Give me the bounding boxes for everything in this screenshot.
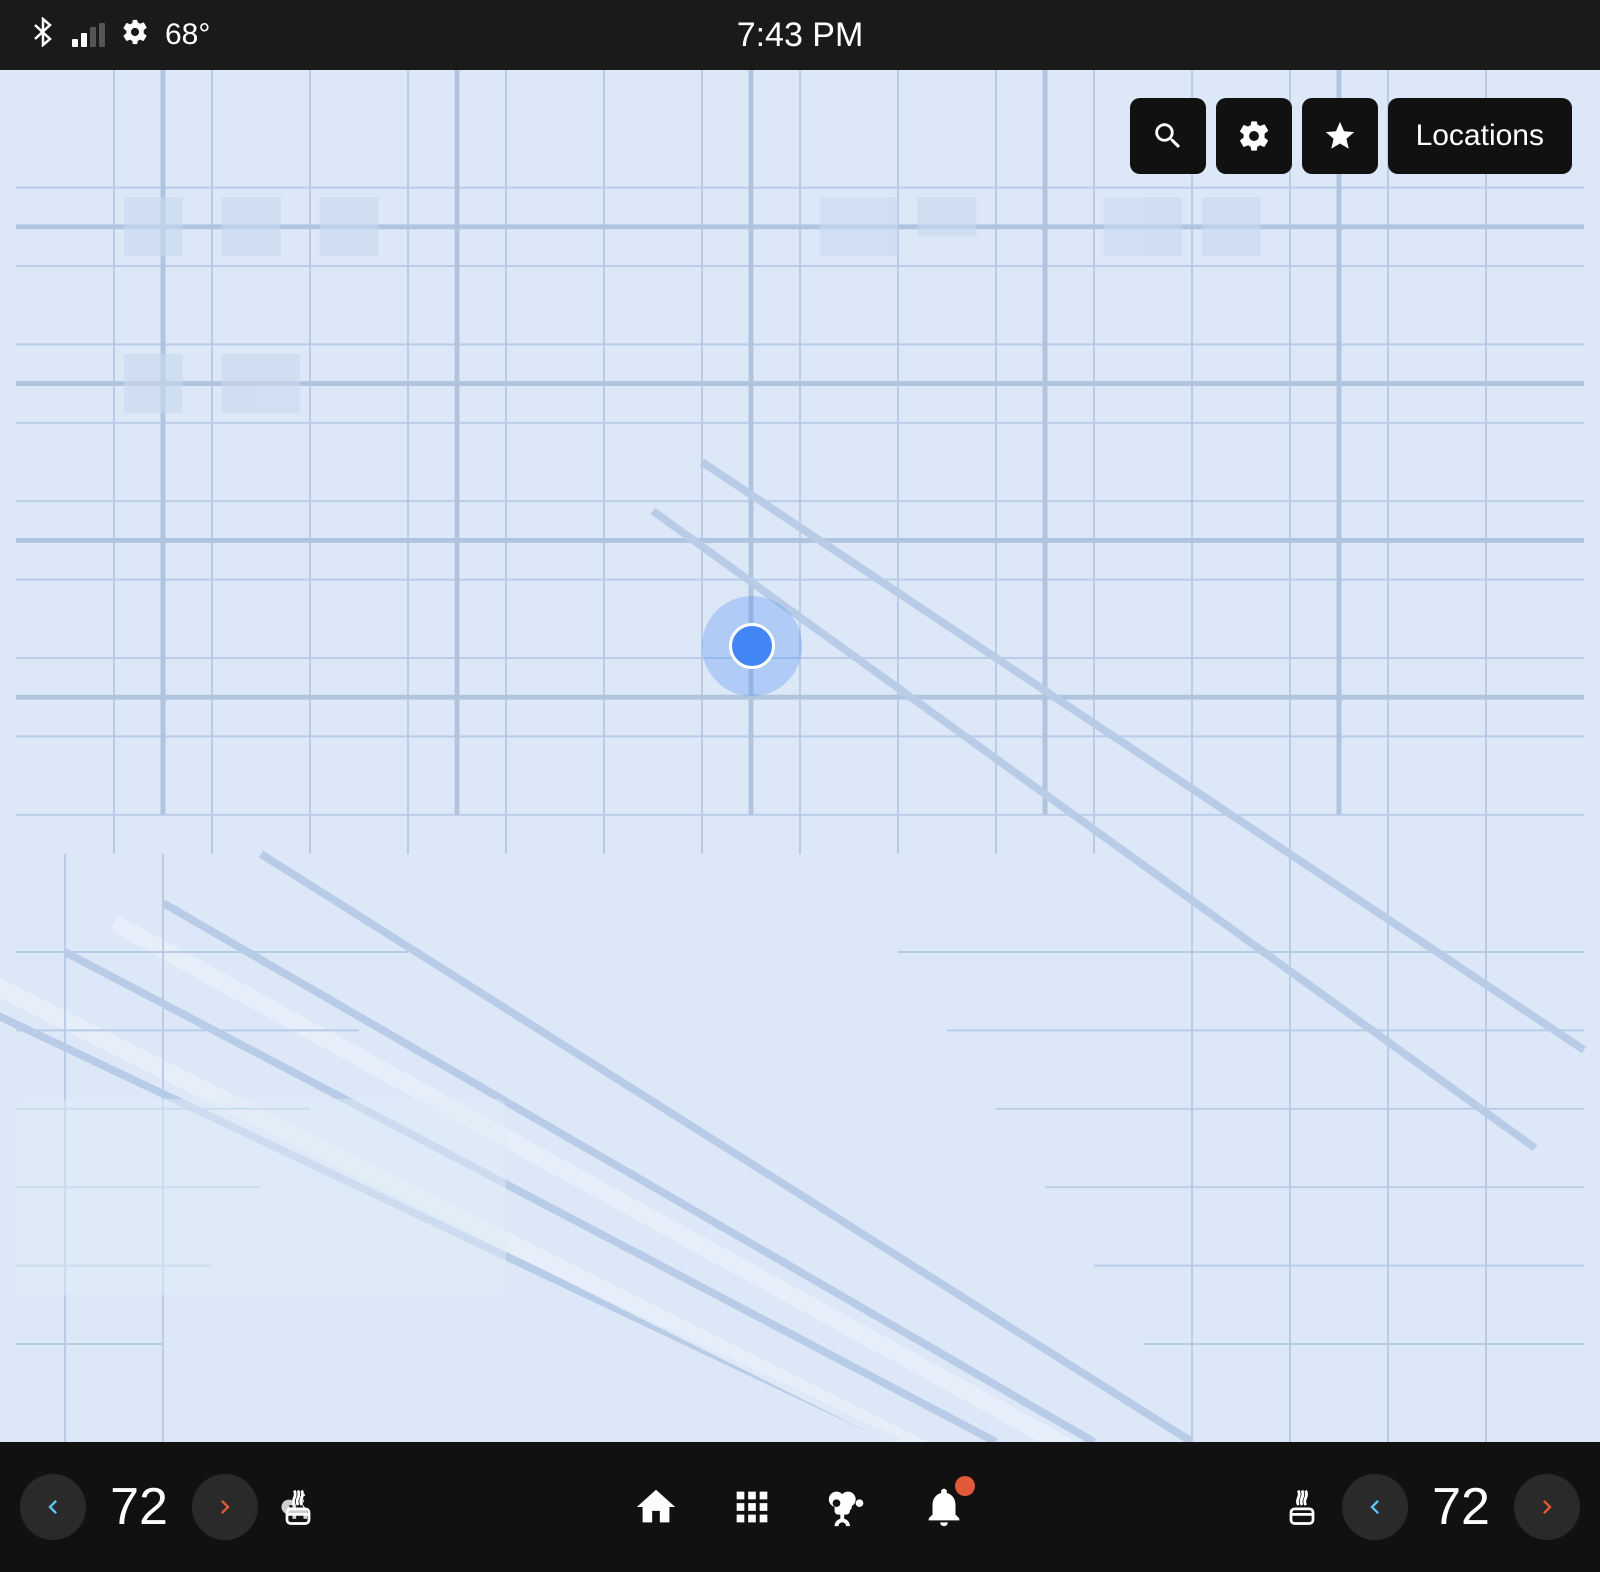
right-chevron-icon bbox=[211, 1493, 239, 1521]
search-icon bbox=[1151, 119, 1185, 153]
temp-down-left-button[interactable] bbox=[20, 1474, 86, 1540]
bottom-center-icons bbox=[320, 1484, 1280, 1530]
grid-icon bbox=[729, 1484, 775, 1530]
bluetooth-icon bbox=[30, 17, 56, 53]
location-accuracy-circle bbox=[702, 596, 802, 696]
climate-right: 72 bbox=[1280, 1474, 1580, 1540]
left-chevron-right-icon bbox=[1361, 1493, 1389, 1521]
settings-icon[interactable] bbox=[121, 18, 149, 52]
gear-icon bbox=[1237, 119, 1271, 153]
map-container[interactable]: Locations bbox=[0, 70, 1600, 1442]
settings-button[interactable] bbox=[1216, 98, 1292, 174]
map-svg bbox=[0, 70, 1600, 1442]
heat-seat-right-button[interactable] bbox=[1280, 1485, 1324, 1529]
left-chevron-icon bbox=[39, 1493, 67, 1521]
home-icon bbox=[633, 1484, 679, 1530]
left-temperature: 72 bbox=[94, 1477, 184, 1537]
bottom-bar: 72 bbox=[0, 1442, 1600, 1572]
right-temperature: 72 bbox=[1416, 1477, 1506, 1537]
map-toolbar: Locations bbox=[1130, 98, 1572, 174]
apps-button[interactable] bbox=[729, 1484, 775, 1530]
status-time: 7:43 PM bbox=[737, 16, 864, 55]
signal-icon bbox=[72, 23, 105, 47]
status-temperature: 68° bbox=[165, 18, 210, 52]
locations-button[interactable]: Locations bbox=[1388, 98, 1572, 174]
fan-button[interactable] bbox=[825, 1484, 871, 1530]
notifications-button[interactable] bbox=[921, 1484, 967, 1530]
location-center-dot bbox=[729, 623, 775, 669]
locations-label: Locations bbox=[1416, 119, 1544, 153]
location-dot bbox=[702, 596, 802, 696]
heat-seat-left-button[interactable] bbox=[276, 1485, 320, 1529]
notification-badge bbox=[955, 1476, 975, 1496]
climate-left: 72 bbox=[20, 1474, 320, 1540]
home-button[interactable] bbox=[633, 1484, 679, 1530]
fan-icon bbox=[825, 1484, 871, 1530]
heat-left-icon bbox=[276, 1485, 320, 1529]
star-icon bbox=[1323, 119, 1357, 153]
temp-up-left-button[interactable] bbox=[192, 1474, 258, 1540]
status-left: 68° bbox=[30, 17, 210, 53]
search-button[interactable] bbox=[1130, 98, 1206, 174]
right-chevron-right-icon bbox=[1533, 1493, 1561, 1521]
status-bar: 68° 7:43 PM bbox=[0, 0, 1600, 70]
favorites-button[interactable] bbox=[1302, 98, 1378, 174]
temp-up-right-button[interactable] bbox=[1514, 1474, 1580, 1540]
heat-right-icon bbox=[1280, 1485, 1324, 1529]
temp-down-right-button[interactable] bbox=[1342, 1474, 1408, 1540]
